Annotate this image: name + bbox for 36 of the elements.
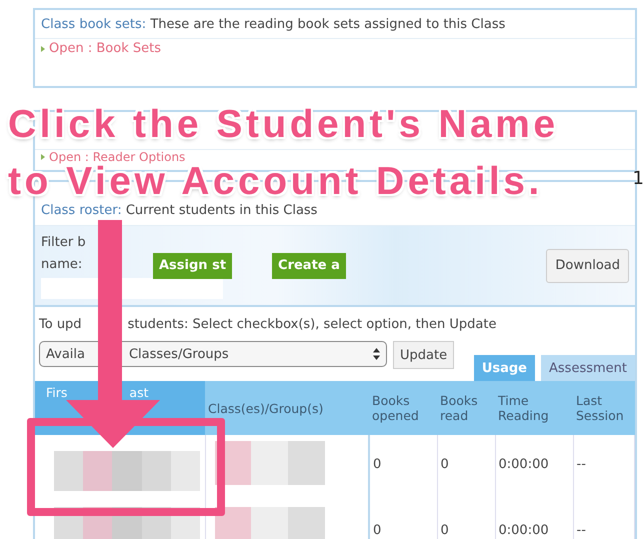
column-header[interactable]: Last Session [573, 381, 634, 435]
open-link[interactable]: Open : Book Sets [49, 41, 161, 56]
column-header[interactable]: Books opened [369, 381, 437, 435]
column-header[interactable]: Firs [46, 385, 68, 400]
triangle-icon [41, 46, 45, 52]
table-cell: 0 [369, 501, 437, 539]
table-cell: -- [573, 501, 634, 539]
column-header[interactable]: Books read [437, 381, 495, 435]
dropdown-arrows-icon [373, 348, 380, 360]
table-cell: 0 [369, 435, 437, 501]
table-cell: -- [573, 435, 634, 501]
table-tab[interactable]: Usage [474, 355, 536, 381]
column-header[interactable]: Time Reading [495, 381, 573, 435]
triangle-icon [41, 154, 45, 160]
table-cell: 0:00:00 [495, 435, 573, 501]
open-link[interactable]: Open : Reader Options [49, 150, 186, 164]
description-text: Class roster: Current students in this Class [40, 202, 318, 220]
annotation-text: Click the Student's Name [8, 104, 559, 146]
update-button[interactable]: Update [393, 341, 454, 369]
table-tab[interactable]: Assessment [541, 355, 635, 381]
table-cell: 0 [437, 501, 495, 539]
class-select[interactable]: Availa Classes/Groups [39, 341, 387, 367]
filter-label: name: [41, 256, 84, 274]
page-marker: 1 [632, 168, 644, 189]
filter-label: Filter b [41, 234, 87, 252]
table-cell: 0 [437, 435, 495, 501]
annotation-text: to View Account Details. [8, 164, 543, 200]
instructions-text: To upd [39, 317, 82, 334]
column-header[interactable]: ast [129, 385, 148, 400]
action-button[interactable]: Assign st [153, 252, 232, 278]
download-button[interactable]: Download [546, 248, 629, 282]
table-cell: 0:00:00 [495, 501, 573, 539]
column-header[interactable]: Class(es)/Group(s) [205, 381, 369, 435]
instructions-text: students: Select checkbox(s), select option, then Update [128, 317, 496, 334]
action-button[interactable]: Create a [272, 252, 346, 278]
description-text: Class book sets: These are the reading book sets assigned to this Class [40, 16, 506, 34]
